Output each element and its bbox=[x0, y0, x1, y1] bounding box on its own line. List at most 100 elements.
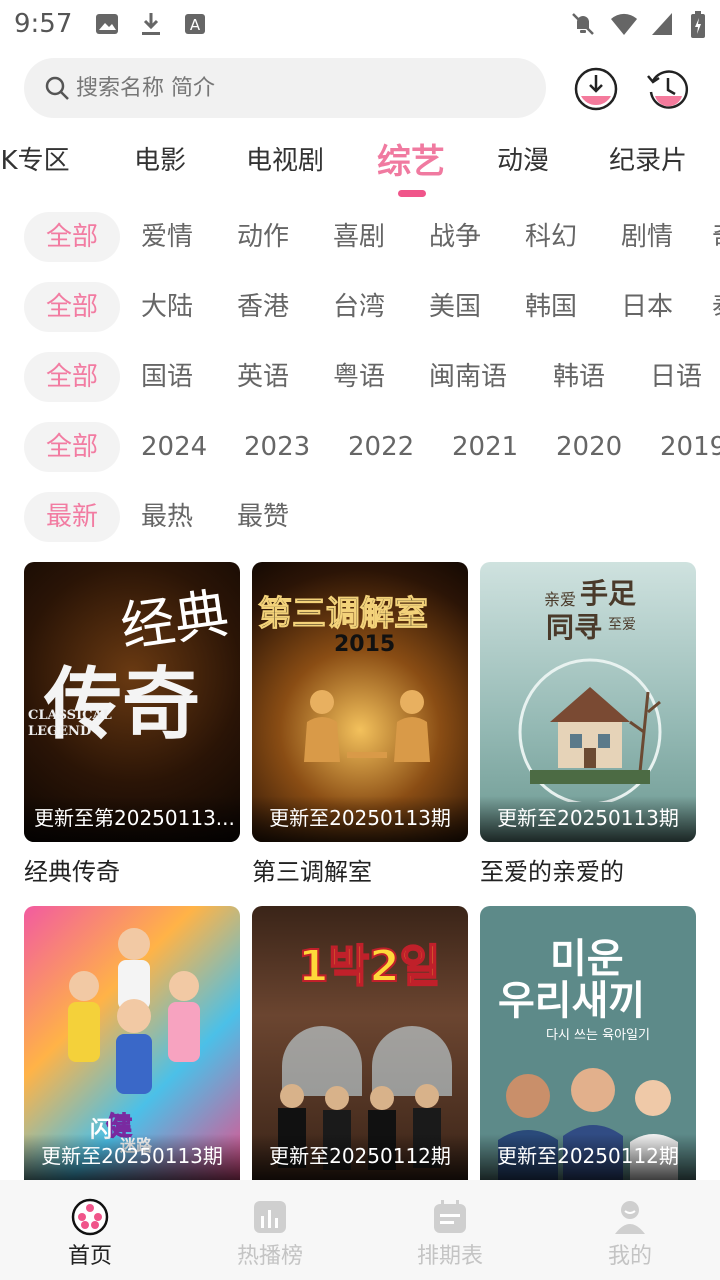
filter-chip[interactable]: 美国 bbox=[429, 282, 481, 332]
update-caption: 更新至20250112期 bbox=[252, 1134, 468, 1180]
tab-anime[interactable]: 动漫 bbox=[497, 140, 549, 177]
nav-home[interactable]: 首页 bbox=[30, 1198, 150, 1270]
silhouettes-graphic bbox=[304, 690, 430, 762]
update-caption: 更新至20250113期 bbox=[480, 796, 696, 842]
filter-chip-selected[interactable]: 全部 bbox=[24, 282, 120, 332]
nav-label: 首页 bbox=[67, 1244, 112, 1269]
show-poster[interactable]: 第三调解室 2015 更新至20250113期 bbox=[252, 562, 468, 842]
filter-chip[interactable]: 2022 bbox=[348, 422, 414, 472]
nav-schedule[interactable]: 排期表 bbox=[390, 1198, 510, 1270]
show-card[interactable]: 经典 传奇 CLASSICAL LEGEND 更新至第20250113... 经… bbox=[24, 562, 240, 887]
show-card[interactable]: 미운 우리새끼 다시 쓰는 육아일기 更新至20250112期 bbox=[480, 906, 696, 1180]
filter-chip[interactable]: 2019 bbox=[660, 422, 720, 472]
show-title[interactable]: 至爱的亲爱的 bbox=[480, 852, 696, 887]
tab-4k[interactable]: 4K专区 bbox=[0, 140, 70, 177]
cast-graphic bbox=[68, 928, 200, 1094]
tab-tv-series[interactable]: 电视剧 bbox=[246, 140, 324, 177]
update-caption: 更新至第20250113... bbox=[24, 796, 240, 842]
nav-label: 热播榜 bbox=[236, 1244, 303, 1269]
show-card[interactable]: 1박2일 更新至20250112期 bbox=[252, 906, 468, 1180]
update-caption: 更新至20250113期 bbox=[252, 796, 468, 842]
filter-chip[interactable]: 2021 bbox=[452, 422, 518, 472]
update-caption: 更新至20250112期 bbox=[480, 1134, 696, 1180]
history-icon[interactable] bbox=[645, 66, 691, 112]
filter-row-region: 全部 大陆 香港 台湾 美国 韩国 日本 泰国 bbox=[0, 282, 720, 332]
poster-art-text: 2015 bbox=[334, 632, 396, 657]
sort-chip-selected[interactable]: 最新 bbox=[24, 492, 120, 542]
svg-text:A: A bbox=[190, 16, 201, 34]
signal-icon bbox=[650, 11, 676, 37]
show-title[interactable]: 第三调解室 bbox=[252, 852, 468, 887]
nav-profile[interactable]: 我的 bbox=[570, 1198, 690, 1270]
image-icon bbox=[94, 11, 120, 37]
calendar-icon bbox=[434, 1200, 466, 1233]
status-bar: 9:57 A bbox=[0, 0, 720, 48]
filter-chip[interactable]: 战争 bbox=[429, 212, 481, 262]
poster-art-text: 第三调解室 bbox=[258, 594, 429, 635]
filter-chip[interactable]: 2023 bbox=[244, 422, 310, 472]
filter-chip[interactable]: 英语 bbox=[237, 352, 289, 402]
show-poster[interactable]: 经典 传奇 CLASSICAL LEGEND 更新至第20250113... bbox=[24, 562, 240, 842]
filter-chip[interactable]: 日语 bbox=[650, 352, 702, 402]
filter-chip[interactable]: 韩语 bbox=[553, 352, 605, 402]
nav-hot-chart[interactable]: 热播榜 bbox=[210, 1198, 330, 1270]
update-caption: 更新至20250113期 bbox=[24, 1134, 240, 1180]
chart-icon bbox=[254, 1201, 286, 1233]
nav-label: 排期表 bbox=[416, 1244, 483, 1269]
filter-chip[interactable]: 科幻 bbox=[525, 212, 577, 262]
filter-chip[interactable]: 奇幻 bbox=[712, 212, 720, 262]
tab-movie[interactable]: 电影 bbox=[134, 140, 186, 177]
filter-row-year: 全部 2024 2023 2022 2021 2020 2019 bbox=[0, 422, 720, 472]
show-poster[interactable]: 亲爱 手足 同寻 至爱 更新至20250113期 bbox=[480, 562, 696, 842]
filter-chip[interactable]: 喜剧 bbox=[333, 212, 385, 262]
filter-chip[interactable]: 香港 bbox=[237, 282, 289, 332]
tab-documentary[interactable]: 纪录片 bbox=[609, 140, 687, 177]
download-icon[interactable] bbox=[573, 66, 619, 112]
mute-icon bbox=[570, 11, 596, 37]
filter-chip[interactable]: 大陆 bbox=[141, 282, 193, 332]
house-graphic bbox=[518, 658, 662, 802]
show-poster[interactable]: 1박2일 更新至20250112期 bbox=[252, 906, 468, 1180]
tab-variety[interactable]: 综艺 bbox=[377, 134, 445, 183]
show-card[interactable]: 亲爱 手足 同寻 至爱 更新至20250113期 至爱的亲爱的 bbox=[480, 562, 696, 887]
search-bar[interactable] bbox=[24, 58, 546, 118]
filter-chip-selected[interactable]: 全部 bbox=[24, 212, 120, 262]
wifi-icon bbox=[610, 11, 637, 37]
show-card[interactable]: 健 迷路 闪 更新至20250113期 bbox=[24, 906, 240, 1180]
filter-chip[interactable]: 2020 bbox=[556, 422, 622, 472]
filter-chip[interactable]: 爱情 bbox=[141, 212, 193, 262]
poster-art-text: 우리새끼 bbox=[498, 978, 646, 1024]
status-time: 9:57 bbox=[14, 9, 73, 39]
filter-chip-selected[interactable]: 全部 bbox=[24, 352, 120, 402]
show-title[interactable]: 经典传奇 bbox=[24, 852, 240, 887]
show-poster[interactable]: 미운 우리새끼 다시 쓰는 육아일기 更新至20250112期 bbox=[480, 906, 696, 1180]
filter-chip-selected[interactable]: 全部 bbox=[24, 422, 120, 472]
filter-chip[interactable]: 国语 bbox=[141, 352, 193, 402]
show-card[interactable]: 第三调解室 2015 更新至20250113期 第三调解室 bbox=[252, 562, 468, 887]
accessibility-icon: A bbox=[182, 11, 208, 37]
poster-art-text: 至爱 bbox=[608, 617, 636, 633]
filter-chip[interactable]: 日本 bbox=[621, 282, 673, 332]
filter-chip[interactable]: 2024 bbox=[141, 422, 207, 472]
filter-chip[interactable]: 动作 bbox=[237, 212, 289, 262]
search-input[interactable] bbox=[76, 75, 476, 101]
filter-chip[interactable]: 台湾 bbox=[333, 282, 385, 332]
filter-row-language: 全部 国语 英语 粤语 闽南语 韩语 日语 bbox=[0, 352, 720, 402]
poster-art-text: LEGEND bbox=[28, 724, 92, 739]
sort-chip[interactable]: 最赞 bbox=[237, 492, 289, 542]
film-reel-icon bbox=[71, 1198, 109, 1236]
download-status-icon bbox=[138, 11, 164, 37]
show-poster[interactable]: 健 迷路 闪 更新至20250113期 bbox=[24, 906, 240, 1180]
battery-icon bbox=[690, 11, 706, 38]
poster-art-text: 同寻 bbox=[546, 611, 603, 644]
poster-art-text: 다시 쓰는 육아일기 bbox=[546, 1028, 650, 1043]
filter-chip[interactable]: 泰国 bbox=[712, 282, 720, 332]
filter-chip[interactable]: 剧情 bbox=[621, 212, 673, 262]
sort-chip[interactable]: 最热 bbox=[141, 492, 193, 542]
filter-chip[interactable]: 粤语 bbox=[333, 352, 385, 402]
filter-chip[interactable]: 闽南语 bbox=[429, 352, 507, 402]
filter-chip[interactable]: 韩国 bbox=[525, 282, 577, 332]
active-tab-indicator bbox=[398, 190, 426, 197]
nav-label: 我的 bbox=[607, 1244, 652, 1269]
search-icon bbox=[44, 75, 70, 101]
